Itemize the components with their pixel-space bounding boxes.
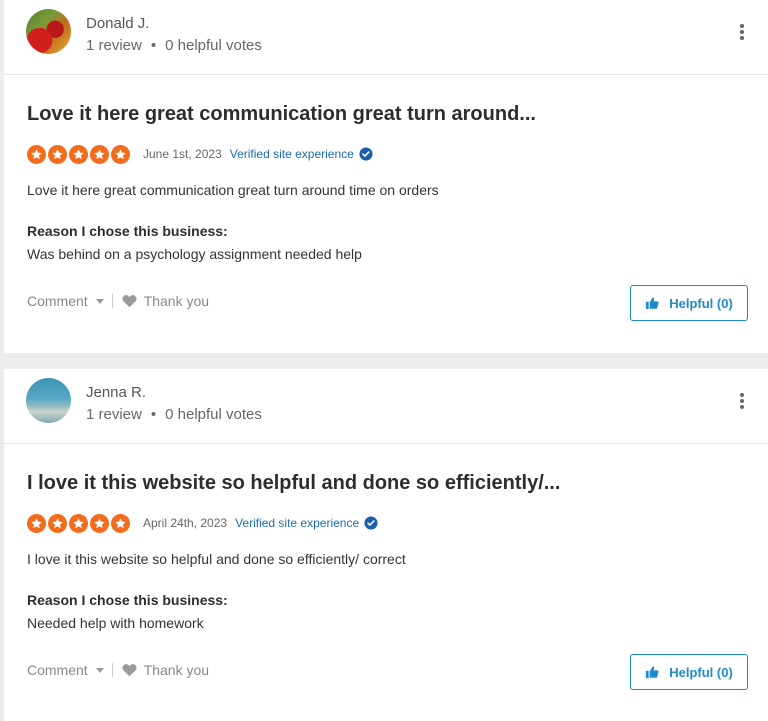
- verified-badge[interactable]: Verified site experience: [230, 147, 373, 161]
- review-date: June 1st, 2023: [143, 147, 222, 161]
- review-actions: Comment Thank you: [27, 293, 209, 309]
- helpful-votes-count: 0 helpful votes: [165, 406, 262, 423]
- verified-label: Verified site experience: [235, 516, 360, 530]
- thank-you-label: Thank you: [143, 293, 210, 309]
- chevron-down-icon: [95, 298, 104, 304]
- comment-label: Comment: [27, 293, 88, 309]
- thumbs-up-icon: [646, 297, 659, 310]
- star-icon: [27, 513, 46, 533]
- review-actions: Comment Thank you: [27, 662, 209, 678]
- review-count: 1 review: [86, 37, 142, 54]
- review-card: Jenna R. 1 review • 0 helpful votes I love…: [4, 369, 768, 721]
- review-body: Love it here great communication great t…: [27, 182, 439, 198]
- review-title[interactable]: I love it this website so helpful and do…: [27, 472, 560, 495]
- comment-button[interactable]: Comment: [27, 293, 104, 309]
- star-icon: [27, 144, 46, 164]
- chevron-down-icon: [95, 667, 104, 673]
- reason-label: Reason I chose this business:: [27, 592, 228, 608]
- star-icon: [111, 513, 130, 533]
- stats-separator: •: [150, 37, 157, 54]
- helpful-votes-count: 0 helpful votes: [165, 37, 262, 54]
- avatar[interactable]: [26, 378, 71, 423]
- star-icon: [69, 144, 88, 164]
- review-header: Jenna R. 1 review • 0 helpful votes: [4, 369, 768, 444]
- helpful-label: Helpful (0): [669, 664, 733, 680]
- thank-you-button[interactable]: Thank you: [122, 662, 209, 678]
- review-body: I love it this website so helpful and do…: [27, 551, 406, 567]
- avatar[interactable]: [26, 9, 71, 54]
- thumbs-up-icon: [646, 666, 659, 679]
- review-count: 1 review: [86, 406, 142, 423]
- verified-badge[interactable]: Verified site experience: [235, 516, 378, 530]
- action-divider: [111, 663, 113, 677]
- star-icon: [69, 513, 88, 533]
- review-title[interactable]: Love it here great communication great t…: [27, 103, 536, 126]
- star-icon: [90, 144, 109, 164]
- review-date: April 24th, 2023: [143, 516, 228, 530]
- star-rating: [27, 513, 130, 533]
- more-options-icon[interactable]: [739, 393, 745, 409]
- helpful-label: Helpful (0): [669, 295, 733, 311]
- comment-label: Comment: [27, 662, 88, 678]
- verified-label: Verified site experience: [229, 147, 354, 161]
- star-icon: [48, 513, 67, 533]
- reason-label: Reason I chose this business:: [27, 223, 228, 239]
- comment-button[interactable]: Comment: [27, 662, 104, 678]
- helpful-button[interactable]: Helpful (0): [630, 285, 748, 321]
- reason-text: Needed help with homework: [27, 615, 204, 631]
- star-icon: [90, 513, 109, 533]
- heart-icon: [122, 295, 137, 308]
- heart-icon: [122, 664, 137, 677]
- rating-row: June 1st, 2023 Verified site experience: [27, 144, 373, 164]
- star-rating: [27, 144, 130, 164]
- reason-text: Was behind on a psychology assignment ne…: [27, 246, 362, 262]
- verified-check-icon: [364, 516, 378, 530]
- review-header: Donald J. 1 review • 0 helpful votes: [4, 0, 768, 75]
- reviewer-stats: 1 review • 0 helpful votes: [86, 37, 262, 54]
- thank-you-button[interactable]: Thank you: [122, 293, 209, 309]
- star-icon: [48, 144, 67, 164]
- reviewer-name[interactable]: Jenna R.: [86, 384, 146, 401]
- reviewer-name[interactable]: Donald J.: [86, 15, 149, 32]
- action-divider: [111, 294, 113, 308]
- verified-check-icon: [359, 147, 373, 161]
- star-icon: [111, 144, 130, 164]
- thank-you-label: Thank you: [143, 662, 210, 678]
- rating-row: April 24th, 2023 Verified site experienc…: [27, 513, 378, 533]
- stats-separator: •: [150, 406, 157, 423]
- helpful-button[interactable]: Helpful (0): [630, 654, 748, 690]
- review-card: Donald J. 1 review • 0 helpful votes Love …: [4, 0, 768, 353]
- reviewer-stats: 1 review • 0 helpful votes: [86, 406, 262, 423]
- more-options-icon[interactable]: [739, 24, 745, 40]
